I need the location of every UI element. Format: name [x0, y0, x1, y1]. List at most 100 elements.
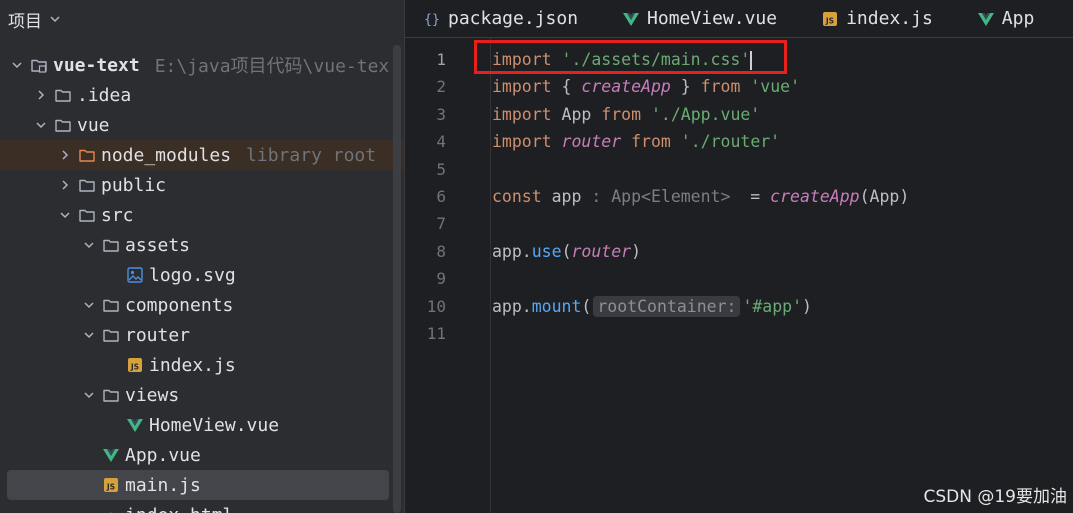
line-number: 6 — [436, 186, 446, 206]
tree-item-label: public — [101, 174, 167, 196]
code-token: createApp — [770, 186, 860, 206]
code-line[interactable]: const app : App<Element> = createApp(App… — [492, 183, 909, 210]
chevron-down-icon[interactable] — [82, 238, 96, 252]
tree-item-vue[interactable]: vue — [0, 110, 404, 140]
js-file-icon: JS — [102, 476, 120, 494]
svg-text:<>: <> — [104, 509, 118, 513]
tree-item-index-js[interactable]: JS index.js — [0, 350, 404, 380]
svg-text:JS: JS — [106, 483, 115, 492]
line-number: 3 — [436, 104, 446, 124]
js-file-icon: JS — [821, 10, 839, 28]
tree-item-app-vue[interactable]: App.vue — [0, 440, 404, 470]
tree-item-idea[interactable]: .idea — [0, 80, 404, 110]
code-token: } — [670, 77, 701, 97]
project-view-selector[interactable]: 项目 — [0, 0, 404, 38]
tree-item-label: logo.svg — [149, 264, 236, 286]
code-line[interactable]: import { createApp } from 'vue' — [492, 73, 909, 100]
tab-index-js[interactable]: JS index.js — [821, 0, 933, 37]
code-token: import — [492, 104, 552, 124]
tab-homeview-vue[interactable]: HomeView.vue — [622, 0, 778, 37]
code-token: '#app' — [742, 296, 803, 316]
tree-item-node-modules[interactable]: node_modules library root — [0, 140, 404, 170]
code-line[interactable]: import App from './App.vue' — [492, 101, 909, 128]
tree-item-src[interactable]: src — [0, 200, 404, 230]
code-token: ( — [581, 296, 592, 316]
code-line[interactable] — [492, 320, 909, 347]
code-token: router — [571, 241, 632, 261]
tab-label: package.json — [448, 8, 579, 29]
vue-file-icon — [126, 416, 144, 434]
line-number: 7 — [436, 214, 446, 234]
tree-item-main-js[interactable]: JS main.js — [7, 470, 389, 500]
tree-item-label: index.js — [149, 354, 236, 376]
tree-item-label: router — [125, 324, 191, 346]
line-number: 5 — [436, 159, 446, 179]
code-line[interactable] — [492, 210, 909, 237]
gutter-divider — [490, 38, 491, 513]
code-line[interactable]: app.use(router) — [492, 238, 909, 265]
code-line[interactable] — [492, 265, 909, 292]
code-token: ) — [802, 296, 812, 316]
watermark: CSDN @19要加油 — [923, 487, 1067, 507]
chevron-right-icon[interactable] — [58, 148, 72, 162]
tree-item-vue-text[interactable]: vue-text E:\java项目代码\vue-tex — [0, 50, 404, 80]
chevron-right-icon[interactable] — [34, 88, 48, 102]
code-token: createApp — [581, 77, 671, 97]
line-number-gutter: 1 2 3 4 5 6 7 8 9 10 11 — [405, 46, 491, 347]
tree-item-label: vue — [77, 114, 110, 136]
tree-item-logo-svg[interactable]: logo.svg — [0, 260, 404, 290]
editor-area: {} package.json HomeView.vue JS index.js App … — [404, 0, 1073, 513]
panel-title: 项目 — [8, 11, 42, 32]
line-number: 10 — [426, 296, 446, 316]
chevron-down-icon[interactable] — [34, 118, 48, 132]
folder-icon — [102, 386, 120, 404]
code-line[interactable]: import router from './router' — [492, 128, 909, 155]
tree-item-label: main.js — [125, 474, 201, 496]
tree-item-label: node_modules — [101, 144, 232, 166]
tree-item-public[interactable]: public — [0, 170, 404, 200]
tree-item-homeview-vue[interactable]: HomeView.vue — [0, 410, 404, 440]
tree-item-components[interactable]: components — [0, 290, 404, 320]
chevron-down-icon[interactable] — [82, 298, 96, 312]
chevron-down-icon[interactable] — [82, 328, 96, 342]
tree-item-index-html[interactable]: <> index.html — [0, 500, 404, 513]
svg-text:JS: JS — [825, 16, 834, 25]
tree-item-label: vue-text — [53, 54, 140, 76]
tab-app[interactable]: App — [977, 0, 1035, 37]
chevron-down-icon — [50, 16, 60, 23]
tree-item-label: src — [101, 204, 134, 226]
code-token: (App) — [859, 186, 910, 206]
chevron-down-icon[interactable] — [82, 388, 96, 402]
tab-label: HomeView.vue — [647, 8, 778, 29]
chevron-down-icon[interactable] — [58, 208, 72, 222]
code-token: import — [492, 77, 552, 97]
project-panel: 项目 vue-text E:\java项目代码\vue-tex .idea vue no… — [0, 0, 404, 513]
tab-label: App — [1001, 8, 1035, 29]
code-token: from — [700, 77, 741, 97]
code-line[interactable] — [492, 156, 909, 183]
chevron-down-icon[interactable] — [10, 58, 24, 72]
tree-item-views[interactable]: views — [0, 380, 404, 410]
tree-item-router[interactable]: router — [0, 320, 404, 350]
chevron-right-icon[interactable] — [58, 178, 72, 192]
tab-package-json[interactable]: {} package.json — [423, 0, 579, 37]
code-editor[interactable]: import './assets/main.css' import { creat… — [492, 46, 909, 347]
code-token: const — [492, 186, 542, 206]
tree-item-label: index.html — [125, 505, 233, 513]
excluded-folder-icon — [78, 146, 96, 164]
folder-icon — [54, 86, 72, 104]
tree-item-assets[interactable]: assets — [0, 230, 404, 260]
html-file-icon: <> — [102, 506, 120, 513]
code-token: router — [561, 132, 622, 152]
project-tree: vue-text E:\java项目代码\vue-tex .idea vue node_… — [0, 50, 404, 513]
folder-icon — [78, 206, 96, 224]
tree-scrollbar[interactable] — [393, 45, 401, 513]
code-line[interactable]: app.mount(rootContainer: '#app') — [492, 293, 909, 320]
